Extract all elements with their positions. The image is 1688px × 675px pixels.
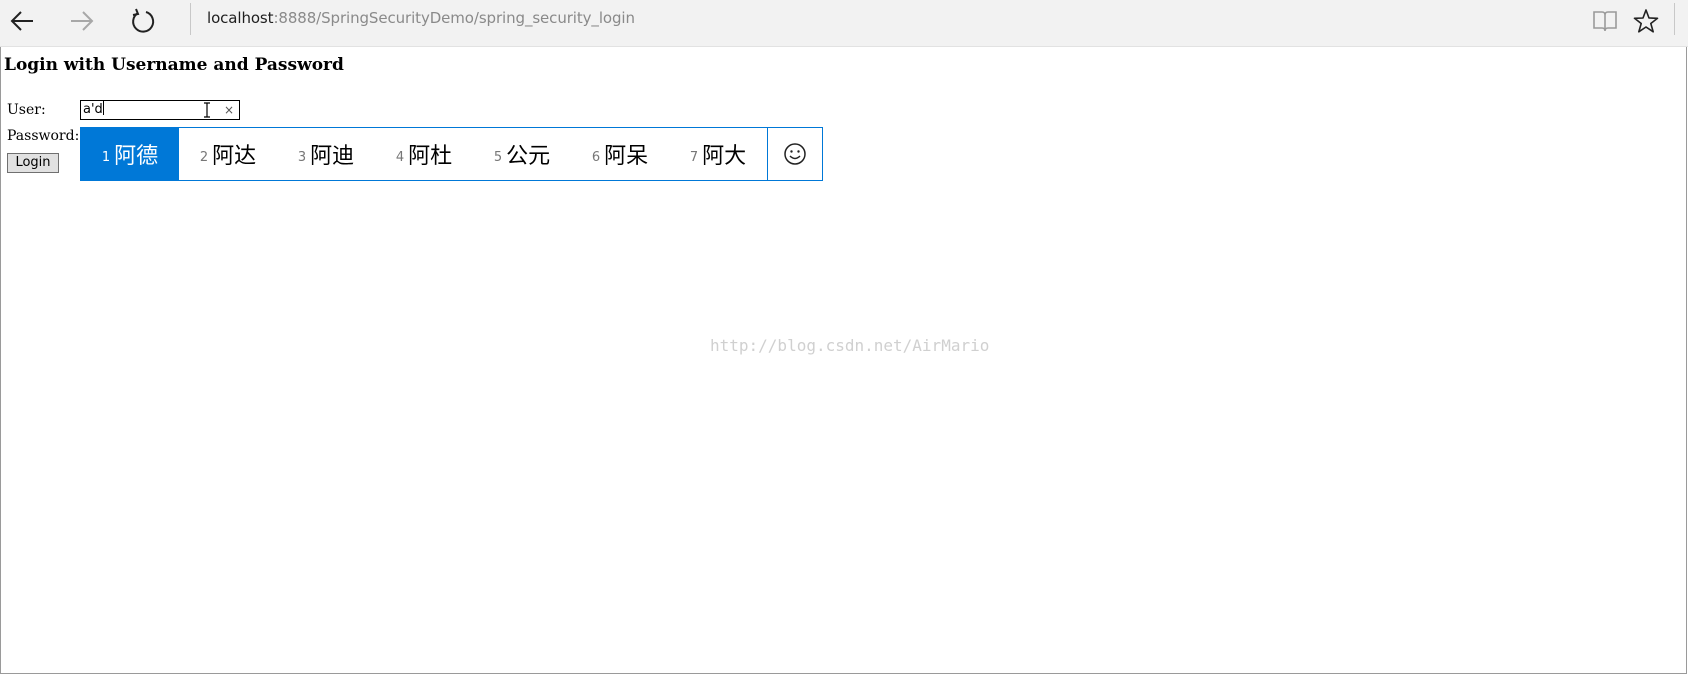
- toolbar-divider: [190, 3, 191, 35]
- watermark: http://blog.csdn.net/AirMario: [710, 336, 990, 355]
- ime-candidate[interactable]: 2 阿达: [179, 128, 277, 180]
- ime-candidate-word: 阿德: [114, 144, 159, 169]
- ime-candidate-number: 7: [689, 149, 699, 165]
- address-host: localhost: [207, 9, 274, 27]
- ime-candidate-number: 2: [199, 149, 209, 165]
- back-icon: [10, 11, 33, 31]
- reading-view-button[interactable]: [1585, 2, 1625, 40]
- ime-candidate-word: 阿呆: [604, 144, 649, 169]
- smiley-icon: [784, 143, 806, 165]
- user-label: User:: [7, 102, 46, 118]
- reload-icon: [132, 8, 155, 33]
- ime-candidate-number: 1: [101, 149, 111, 165]
- page-title: Login with Username and Password: [4, 55, 344, 75]
- favorite-star-icon: [1633, 9, 1659, 33]
- username-input[interactable]: a'd: [80, 100, 240, 120]
- clear-input-icon[interactable]: ×: [224, 103, 234, 117]
- page-viewport: Login with Username and Password User: a…: [0, 47, 1687, 674]
- ime-candidate-bar: 1 阿德 2 阿达 3 阿迪 4 阿杜 5 公元 6 阿呆 7 阿大: [80, 127, 823, 181]
- ime-candidate[interactable]: 1 阿德: [81, 128, 179, 180]
- ime-candidate-word: 阿大: [702, 144, 747, 169]
- ime-candidate[interactable]: 5 公元: [473, 128, 571, 180]
- ime-candidate-number: 3: [297, 149, 307, 165]
- ime-candidate-word: 公元: [506, 144, 551, 169]
- emoji-button[interactable]: [768, 128, 822, 180]
- ime-candidate-number: 6: [591, 149, 601, 165]
- address-path: :8888/SpringSecurityDemo/spring_security…: [273, 9, 635, 27]
- favorite-button[interactable]: [1626, 2, 1666, 40]
- ime-candidate[interactable]: 7 阿大: [669, 128, 767, 180]
- ime-candidate[interactable]: 6 阿呆: [571, 128, 669, 180]
- toolbar-divider-right: [1674, 3, 1675, 35]
- back-button[interactable]: [2, 2, 42, 40]
- username-value: a'd: [83, 102, 103, 117]
- login-button[interactable]: Login: [7, 153, 59, 173]
- ime-candidate-number: 5: [493, 149, 503, 165]
- reload-button[interactable]: [123, 2, 163, 40]
- ime-candidate-word: 阿杜: [408, 144, 453, 169]
- ime-candidate-number: 4: [395, 149, 405, 165]
- reading-view-icon: [1593, 11, 1617, 32]
- password-label: Password:: [7, 128, 80, 144]
- ibeam-cursor-icon: [204, 102, 210, 118]
- forward-button[interactable]: [62, 2, 102, 40]
- forward-icon: [71, 11, 94, 31]
- ime-candidate[interactable]: 4 阿杜: [375, 128, 473, 180]
- text-caret: [102, 101, 104, 115]
- ime-candidate-word: 阿迪: [310, 144, 355, 169]
- browser-toolbar: localhost:8888/SpringSecurityDemo/spring…: [0, 0, 1688, 47]
- ime-candidate-word: 阿达: [212, 144, 257, 169]
- address-bar[interactable]: localhost:8888/SpringSecurityDemo/spring…: [207, 8, 635, 28]
- ime-candidate[interactable]: 3 阿迪: [277, 128, 375, 180]
